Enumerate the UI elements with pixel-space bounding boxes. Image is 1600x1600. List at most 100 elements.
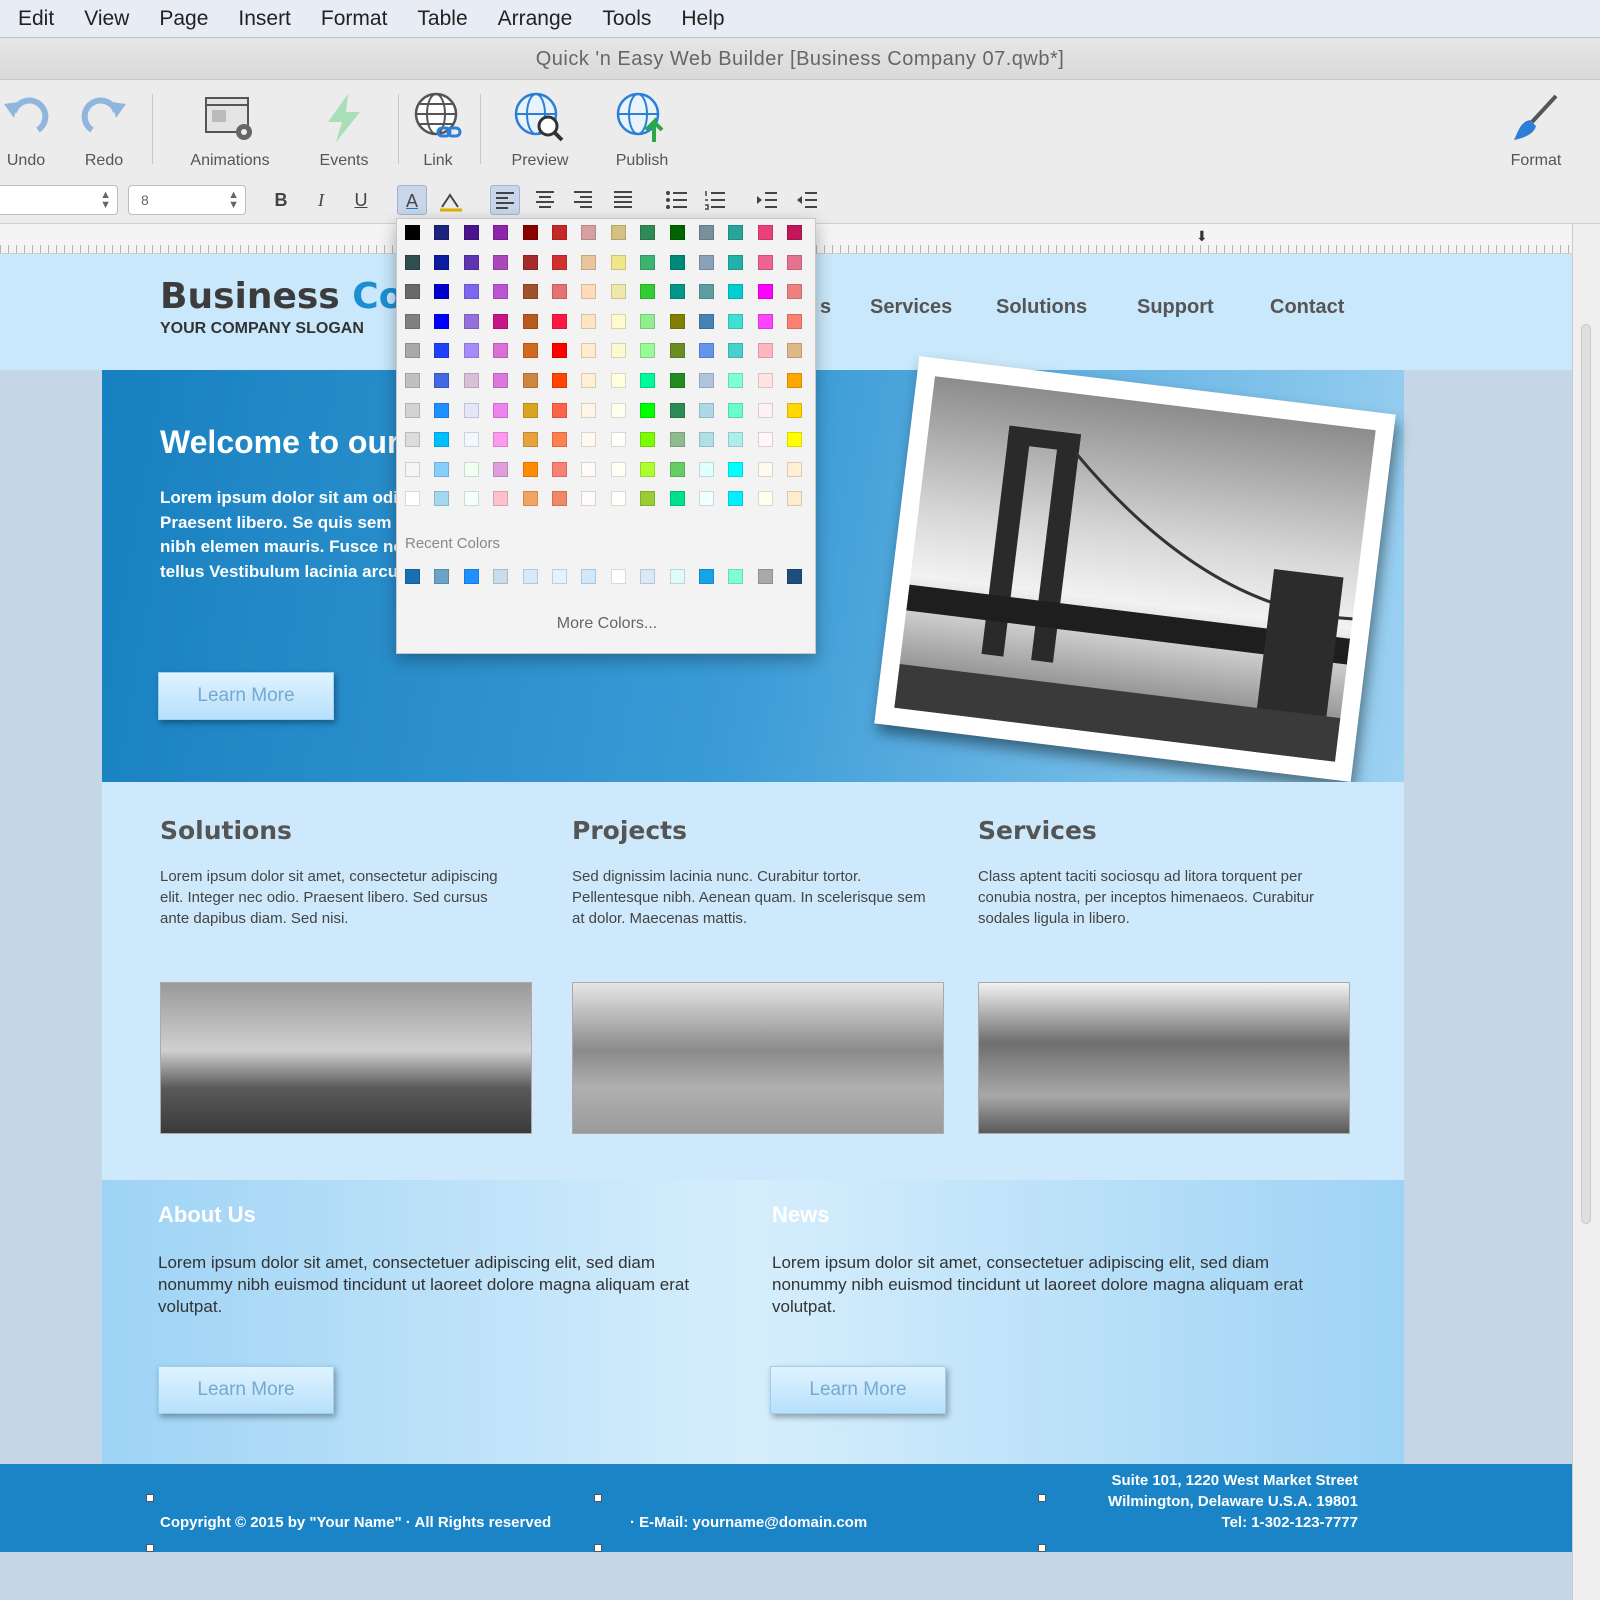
color-swatch[interactable] [405, 373, 420, 388]
color-swatch[interactable] [640, 284, 656, 300]
link-button[interactable]: Link [388, 86, 488, 174]
color-swatch[interactable] [434, 225, 450, 240]
color-swatch[interactable] [552, 225, 567, 240]
italic-button[interactable]: I [306, 185, 336, 215]
justify-button[interactable] [608, 185, 638, 215]
color-swatch[interactable] [581, 461, 597, 477]
color-swatch[interactable] [757, 373, 773, 388]
color-swatch[interactable] [405, 313, 420, 329]
color-swatch[interactable] [728, 284, 744, 300]
color-swatch[interactable] [728, 313, 744, 329]
nav-item-contact[interactable]: Contact [1270, 296, 1344, 319]
indent-button[interactable] [752, 185, 782, 215]
color-swatch[interactable] [493, 432, 509, 448]
column-title-solutions[interactable]: Solutions [160, 816, 292, 845]
color-swatch[interactable] [434, 254, 450, 270]
color-swatch[interactable] [787, 373, 803, 388]
recent-color-swatch[interactable] [552, 569, 567, 584]
bullet-list-button[interactable] [662, 185, 692, 215]
color-swatch[interactable] [581, 432, 597, 448]
color-swatch[interactable] [640, 432, 656, 448]
color-swatch[interactable] [669, 254, 685, 270]
align-left-button[interactable] [490, 185, 520, 215]
color-swatch[interactable] [552, 461, 567, 477]
color-swatch[interactable] [787, 343, 803, 359]
menu-item-edit[interactable]: Edit [18, 7, 54, 31]
color-swatch[interactable] [699, 343, 714, 359]
about-text[interactable]: Lorem ipsum dolor sit amet, consectetuer… [158, 1252, 728, 1318]
color-swatch[interactable] [493, 343, 509, 359]
color-swatch[interactable] [405, 343, 420, 359]
selection-handle[interactable] [1038, 1494, 1046, 1502]
color-swatch[interactable] [728, 491, 744, 507]
color-swatch[interactable] [669, 491, 685, 507]
color-swatch[interactable] [581, 313, 597, 329]
color-swatch[interactable] [552, 254, 567, 270]
recent-color-swatch[interactable] [669, 569, 685, 584]
recent-color-swatch[interactable] [757, 569, 773, 584]
color-swatch[interactable] [757, 343, 773, 359]
events-button[interactable]: Events [294, 86, 394, 174]
align-center-button[interactable] [530, 185, 560, 215]
recent-color-swatch[interactable] [699, 569, 714, 584]
color-swatch[interactable] [522, 225, 538, 240]
color-swatch[interactable] [787, 491, 803, 507]
color-swatch[interactable] [522, 254, 538, 270]
color-swatch[interactable] [728, 254, 744, 270]
selection-handle[interactable] [594, 1494, 602, 1502]
color-swatch[interactable] [699, 491, 714, 507]
font-size-select[interactable]: 8 ▲ ▼ [128, 185, 246, 215]
color-swatch[interactable] [699, 254, 714, 270]
color-swatch[interactable] [640, 343, 656, 359]
color-swatch[interactable] [699, 313, 714, 329]
bold-button[interactable]: B [266, 185, 296, 215]
menu-item-tools[interactable]: Tools [602, 7, 651, 31]
selection-handle[interactable] [1038, 1544, 1046, 1552]
color-swatch[interactable] [493, 402, 509, 418]
font-family-select[interactable]: ▲ ▼ [0, 185, 118, 215]
color-swatch[interactable] [522, 313, 538, 329]
color-swatch[interactable] [610, 254, 626, 270]
nav-item-support[interactable]: Support [1137, 296, 1214, 319]
skyline-image[interactable] [978, 982, 1350, 1134]
color-swatch[interactable] [699, 225, 714, 240]
color-swatch[interactable] [463, 313, 479, 329]
color-swatch[interactable] [787, 313, 803, 329]
color-swatch[interactable] [610, 225, 626, 240]
color-swatch[interactable] [493, 373, 509, 388]
color-swatch[interactable] [640, 373, 656, 388]
numbered-list-button[interactable] [700, 185, 730, 215]
color-swatch[interactable] [728, 343, 744, 359]
selection-handle[interactable] [146, 1494, 154, 1502]
color-swatch[interactable] [434, 402, 450, 418]
color-swatch[interactable] [493, 491, 509, 507]
nav-item-solutions[interactable]: Solutions [996, 296, 1087, 319]
about-learn-more-button[interactable]: Learn More [158, 1366, 334, 1414]
color-swatch[interactable] [522, 432, 538, 448]
color-swatch[interactable] [728, 225, 744, 240]
color-swatch[interactable] [463, 225, 479, 240]
column-text-solutions[interactable]: Lorem ipsum dolor sit amet, consectetur … [160, 866, 516, 929]
color-swatch[interactable] [787, 284, 803, 300]
color-swatch[interactable] [493, 225, 509, 240]
column-title-projects[interactable]: Projects [572, 816, 687, 845]
column-title-services[interactable]: Services [978, 816, 1097, 845]
color-swatch[interactable] [463, 254, 479, 270]
color-swatch[interactable] [757, 461, 773, 477]
color-swatch[interactable] [405, 432, 420, 448]
more-colors-button[interactable]: More Colors... [397, 615, 817, 633]
color-swatch[interactable] [610, 491, 626, 507]
color-swatch[interactable] [669, 402, 685, 418]
recent-color-swatch[interactable] [787, 569, 803, 584]
color-swatch[interactable] [640, 491, 656, 507]
recent-color-swatch[interactable] [610, 569, 626, 584]
color-swatch[interactable] [640, 225, 656, 240]
color-swatch[interactable] [757, 284, 773, 300]
color-swatch[interactable] [434, 313, 450, 329]
color-swatch[interactable] [434, 373, 450, 388]
color-swatch[interactable] [405, 225, 420, 240]
color-swatch[interactable] [610, 461, 626, 477]
color-swatch[interactable] [493, 254, 509, 270]
color-swatch[interactable] [522, 461, 538, 477]
format-button[interactable]: Format [1486, 86, 1586, 174]
